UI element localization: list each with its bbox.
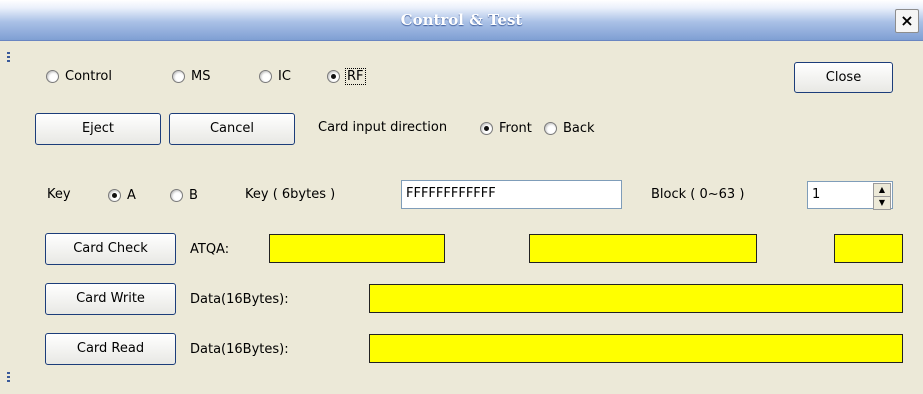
radio-label: B [189,187,198,203]
close-button[interactable]: Close [794,62,893,93]
card-read-button[interactable]: Card Read [45,333,176,365]
radio-dot-icon [172,69,185,83]
title-bar: Control & Test × [0,0,923,41]
uid-field [834,234,903,263]
radio-dot-icon [170,188,183,202]
control-test-dialog: Control & Test × Control MS IC RF Close … [0,0,923,394]
radio-key-b[interactable]: B [170,185,198,205]
spin-down-icon[interactable]: ▼ [873,196,891,210]
window-title: Control & Test [400,11,523,29]
sak-field [529,234,757,263]
radio-label: A [127,187,136,203]
radio-rf[interactable]: RF [327,66,366,86]
read-data-field [369,334,903,363]
radio-dot-icon [544,121,557,135]
atqa-label: ATQA: [190,242,230,257]
radio-dot-icon [480,121,493,135]
card-direction-label: Card input direction [318,120,448,135]
radio-dot-icon [108,188,121,202]
grip-icon [7,372,10,384]
key-bytes-label: Key ( 6bytes ) [245,187,336,202]
radio-dot-icon [259,69,272,83]
radio-ms[interactable]: MS [172,66,210,86]
radio-ic[interactable]: IC [259,66,291,86]
cancel-button[interactable]: Cancel [169,113,295,145]
read-data-label: Data(16Bytes): [190,342,289,357]
write-data-label: Data(16Bytes): [190,292,289,307]
key-label: Key [47,187,71,202]
radio-control[interactable]: Control [46,66,112,86]
block-label: Block ( 0~63 ) [651,187,745,202]
radio-label: IC [278,68,291,84]
radio-back[interactable]: Back [544,118,595,138]
radio-front[interactable]: Front [480,118,532,138]
grip-icon [7,52,10,64]
radio-dot-icon [327,69,340,83]
atqa-field [269,234,445,263]
card-write-button[interactable]: Card Write [45,283,176,315]
radio-dot-icon [46,69,59,83]
eject-button[interactable]: Eject [35,113,161,145]
close-icon[interactable]: × [895,9,919,33]
spin-up-icon[interactable]: ▲ [873,183,891,197]
radio-label: Control [65,68,112,84]
radio-label: MS [191,68,211,84]
key-input[interactable]: FFFFFFFFFFFF [401,180,622,209]
radio-label: Front [499,120,532,136]
radio-label: Back [563,120,595,136]
radio-key-a[interactable]: A [108,185,136,205]
block-value: 1 [812,187,821,202]
write-data-field[interactable] [369,284,903,313]
card-check-button[interactable]: Card Check [45,233,176,265]
radio-label: RF [345,67,366,85]
